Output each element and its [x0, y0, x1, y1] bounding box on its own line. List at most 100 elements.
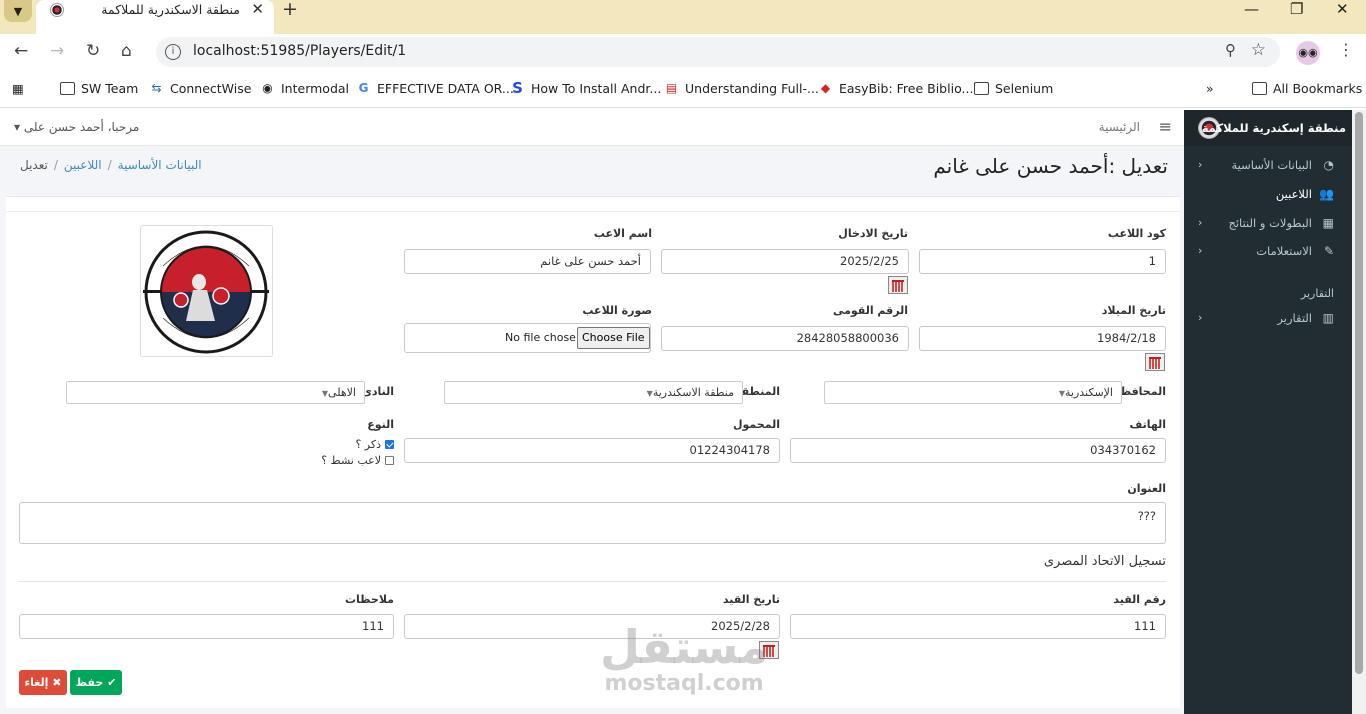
- scrollbar-thumb[interactable]: [1355, 112, 1363, 674]
- sidebar-item-basic-data[interactable]: ◔ البيانات الأساسية ‹: [1184, 154, 1352, 178]
- site-info-icon[interactable]: i: [165, 44, 181, 60]
- club-select[interactable]: الاهلى▼: [66, 381, 365, 404]
- page-title: تعديل :أحمد حسن على غانم: [933, 154, 1168, 178]
- reg-date-label: تاريخ القيد: [722, 593, 780, 606]
- phone-input[interactable]: 034370162: [790, 438, 1166, 463]
- top-navbar: ▾ مرحبا، أحمد حسن على الرئيسية ≡: [0, 110, 1184, 146]
- edit-icon: ✎: [1323, 244, 1334, 258]
- bookmark-star-icon[interactable]: ☆: [1251, 40, 1266, 60]
- bookmark-intermodal[interactable]: ◉ Intermodal: [260, 81, 349, 96]
- user-menu[interactable]: ▾ مرحبا، أحمد حسن على: [14, 120, 139, 134]
- folder-icon: [974, 82, 989, 95]
- male-checkbox[interactable]: ذكر ؟: [355, 438, 394, 451]
- breadcrumb-players[interactable]: اللاعبين: [64, 158, 102, 172]
- apps-grid-icon[interactable]: ▦: [12, 81, 24, 96]
- checkbox-unchecked-icon[interactable]: [385, 456, 394, 465]
- table-icon: ▦: [1322, 216, 1334, 230]
- reg-number-input[interactable]: 111: [790, 614, 1166, 639]
- reload-icon[interactable]: ↻: [86, 41, 100, 61]
- sidebar-toggle-icon[interactable]: ≡: [1159, 117, 1172, 136]
- sidebar-item-reports[interactable]: ▥ التقارير ‹: [1184, 307, 1352, 331]
- player-name-label: اسم الاعب: [593, 227, 652, 240]
- notes-input[interactable]: 111: [19, 614, 394, 639]
- url-text: localhost:51985/Players/Edit/1: [193, 43, 407, 59]
- bookmark-connectwise[interactable]: ⇆ ConnectWise: [149, 81, 251, 96]
- mobile-label: المحمول: [732, 418, 780, 431]
- sidebar-item-queries[interactable]: ✎ الاستعلامات ‹: [1184, 240, 1352, 264]
- check-icon: ✔: [107, 676, 117, 689]
- cancel-button[interactable]: إلغاء ✖: [19, 670, 67, 695]
- close-icon: ✖: [52, 676, 62, 689]
- back-icon[interactable]: ←: [14, 41, 28, 61]
- close-tab-icon[interactable]: ✕: [251, 0, 264, 18]
- entry-date-input[interactable]: 2025/2/25: [661, 249, 909, 274]
- more-bookmarks-icon[interactable]: »: [1206, 81, 1214, 96]
- player-name-input[interactable]: أحمد حسن على غانم: [404, 249, 651, 274]
- restore-icon[interactable]: ❐: [1290, 0, 1303, 18]
- folder-icon: [60, 82, 75, 95]
- home-link[interactable]: الرئيسية: [1099, 120, 1140, 134]
- page-content: ▾ مرحبا، أحمد حسن على الرئيسية ≡ البيانا…: [0, 110, 1184, 714]
- player-code-input[interactable]: 1: [919, 249, 1166, 274]
- sidebar-item-players[interactable]: 👥 اللاعبين: [1184, 183, 1352, 207]
- federation-section-title: تسجيل الاتحاد المصرى: [1043, 554, 1166, 569]
- doc-icon: ▤: [665, 81, 678, 95]
- breadcrumb: البيانات الأساسية/اللاعبين/تعديل: [20, 158, 202, 172]
- birth-date-label: تاريخ الميلاد: [1101, 304, 1166, 317]
- bookmark-sw-team[interactable]: SW Team: [60, 81, 138, 96]
- birth-date-input[interactable]: 1984/2/18: [919, 326, 1166, 351]
- address-textarea[interactable]: ???: [19, 502, 1166, 544]
- photo-label: صورة اللاعب: [582, 304, 652, 317]
- new-tab-icon[interactable]: +: [282, 0, 298, 20]
- choose-file-button[interactable]: Choose File: [577, 327, 650, 349]
- checkbox-checked-icon[interactable]: [385, 440, 394, 449]
- calendar-icon[interactable]: [888, 276, 908, 294]
- governorate-select[interactable]: الإسكندرية▼: [824, 381, 1122, 404]
- bookmark-install-android[interactable]: S How To Install Andr...: [510, 81, 661, 97]
- forward-icon[interactable]: →: [50, 41, 64, 61]
- window-close-icon[interactable]: ✕: [1336, 0, 1349, 18]
- club-label: النادى: [361, 385, 394, 398]
- sidebar-item-championships[interactable]: ▦ البطولات و النتائج ‹: [1184, 212, 1352, 236]
- bookmark-selenium[interactable]: Selenium: [974, 81, 1053, 96]
- chevron-left-icon: ‹: [1198, 158, 1203, 171]
- active-checkbox[interactable]: لاعب نشط ؟: [321, 454, 394, 467]
- address-label: العنوان: [1127, 482, 1166, 495]
- chevron-left-icon: ‹: [1198, 311, 1203, 324]
- mobile-input[interactable]: 01224304178: [404, 438, 780, 463]
- profile-avatar-icon[interactable]: ◉◉: [1296, 41, 1320, 65]
- browser-toolbar: ← → ↻ ⌂ i localhost:51985/Players/Edit/1…: [0, 34, 1366, 70]
- minimize-icon[interactable]: —: [1244, 0, 1259, 18]
- bookmark-easybib[interactable]: ◆ EasyBib: Free Biblio...: [818, 81, 974, 96]
- tab-search-button[interactable]: ▼: [4, 0, 32, 22]
- favicon-icon: [50, 3, 64, 17]
- watermark: مستقل mostaql.com: [600, 620, 769, 696]
- sidebar: منطقة إسكندرية للملاكمة ◔ البيانات الأسا…: [1184, 110, 1352, 714]
- easybib-icon: ◆: [820, 81, 831, 95]
- region-select[interactable]: منطقة الاسكندرية▼: [444, 381, 743, 404]
- bookmark-understanding[interactable]: ▤ Understanding Full-...: [664, 81, 819, 96]
- calendar-icon[interactable]: [1145, 353, 1165, 371]
- tab-title: منطقة الاسكندرية للملاكمة: [101, 2, 240, 17]
- national-id-input[interactable]: 28428058800036: [661, 326, 909, 351]
- bookmark-effective-data[interactable]: G EFFECTIVE DATA OR...: [356, 81, 514, 96]
- address-bar[interactable]: i localhost:51985/Players/Edit/1 ⚲ ☆: [156, 37, 1280, 67]
- save-button[interactable]: حفظ ✔: [70, 670, 122, 695]
- notes-label: ملاحظات: [345, 593, 394, 606]
- entry-date-label: تاريخ الادخال: [838, 227, 908, 240]
- reg-number-label: رقم القيد: [1113, 593, 1166, 606]
- browser-tab[interactable]: منطقة الاسكندرية للملاكمة ✕: [36, 0, 274, 34]
- folder-icon: [1252, 82, 1267, 95]
- browser-menu-icon[interactable]: ⋮: [1338, 40, 1354, 59]
- sidebar-brand[interactable]: منطقة إسكندرية للملاكمة: [1184, 110, 1352, 146]
- breadcrumb-basic-data[interactable]: البيانات الأساسية: [118, 158, 202, 172]
- phone-label: الهاتف: [1129, 418, 1166, 431]
- home-icon[interactable]: ⌂: [121, 41, 132, 61]
- page-scrollbar[interactable]: [1352, 110, 1366, 714]
- bookmarks-bar: ▦ SW Team ⇆ ConnectWise ◉ Intermodal G EFFE…: [0, 70, 1366, 108]
- photo-file-input[interactable]: No file chosen Choose File: [404, 323, 651, 353]
- player-code-label: كود اللاعب: [1107, 227, 1166, 240]
- google-icon: G: [358, 81, 369, 95]
- zoom-icon[interactable]: ⚲: [1225, 41, 1236, 59]
- all-bookmarks[interactable]: All Bookmarks: [1252, 81, 1362, 96]
